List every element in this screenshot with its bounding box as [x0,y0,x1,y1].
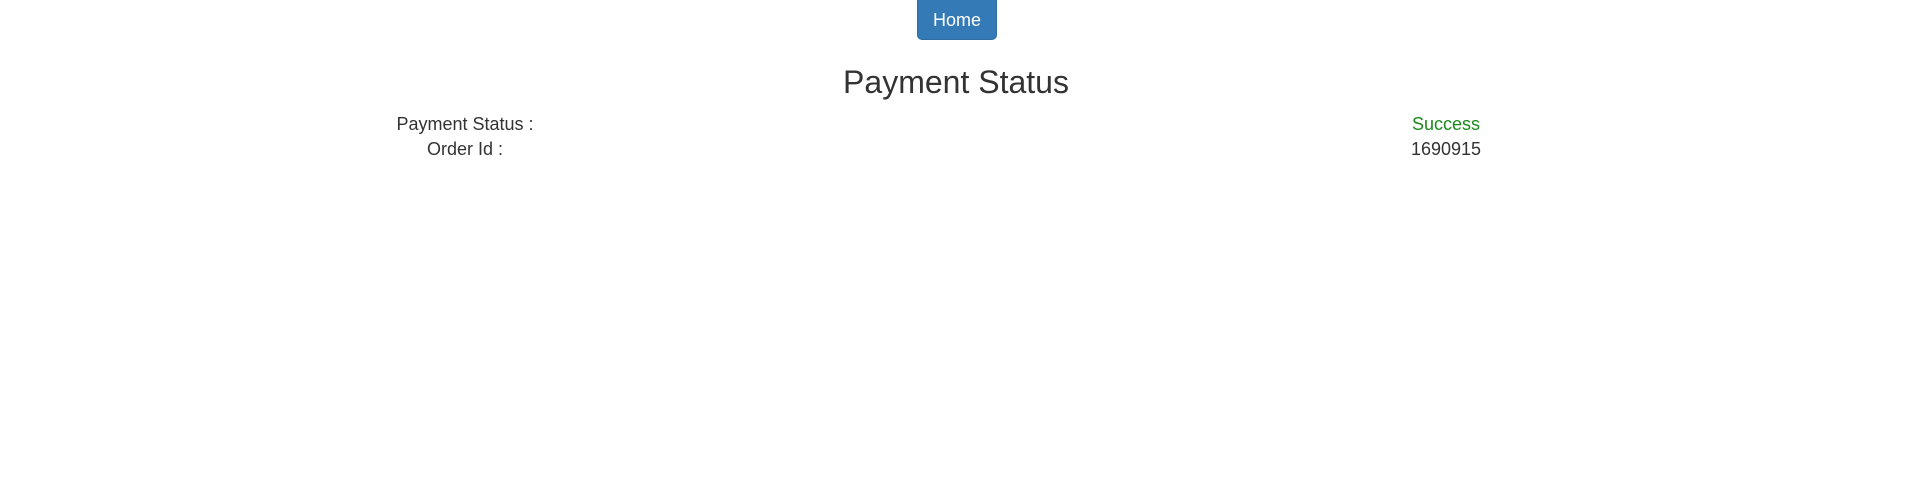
home-button[interactable]: Home [917,0,997,40]
order-id-label: Order Id : [426,139,504,159]
order-id-row: Order Id : 1690915 [379,137,1532,162]
order-id-value: 1690915 [1410,139,1482,159]
payment-status-value: Success [1411,114,1481,134]
payment-status-page: Home Payment Status Payment Status : Suc… [0,0,1912,483]
page-title: Payment Status [843,64,1069,100]
payment-status-label: Payment Status : [396,114,534,134]
payment-details-table: Payment Status : Success Order Id : 1690… [379,112,1532,162]
payment-status-row: Payment Status : Success [379,112,1532,137]
